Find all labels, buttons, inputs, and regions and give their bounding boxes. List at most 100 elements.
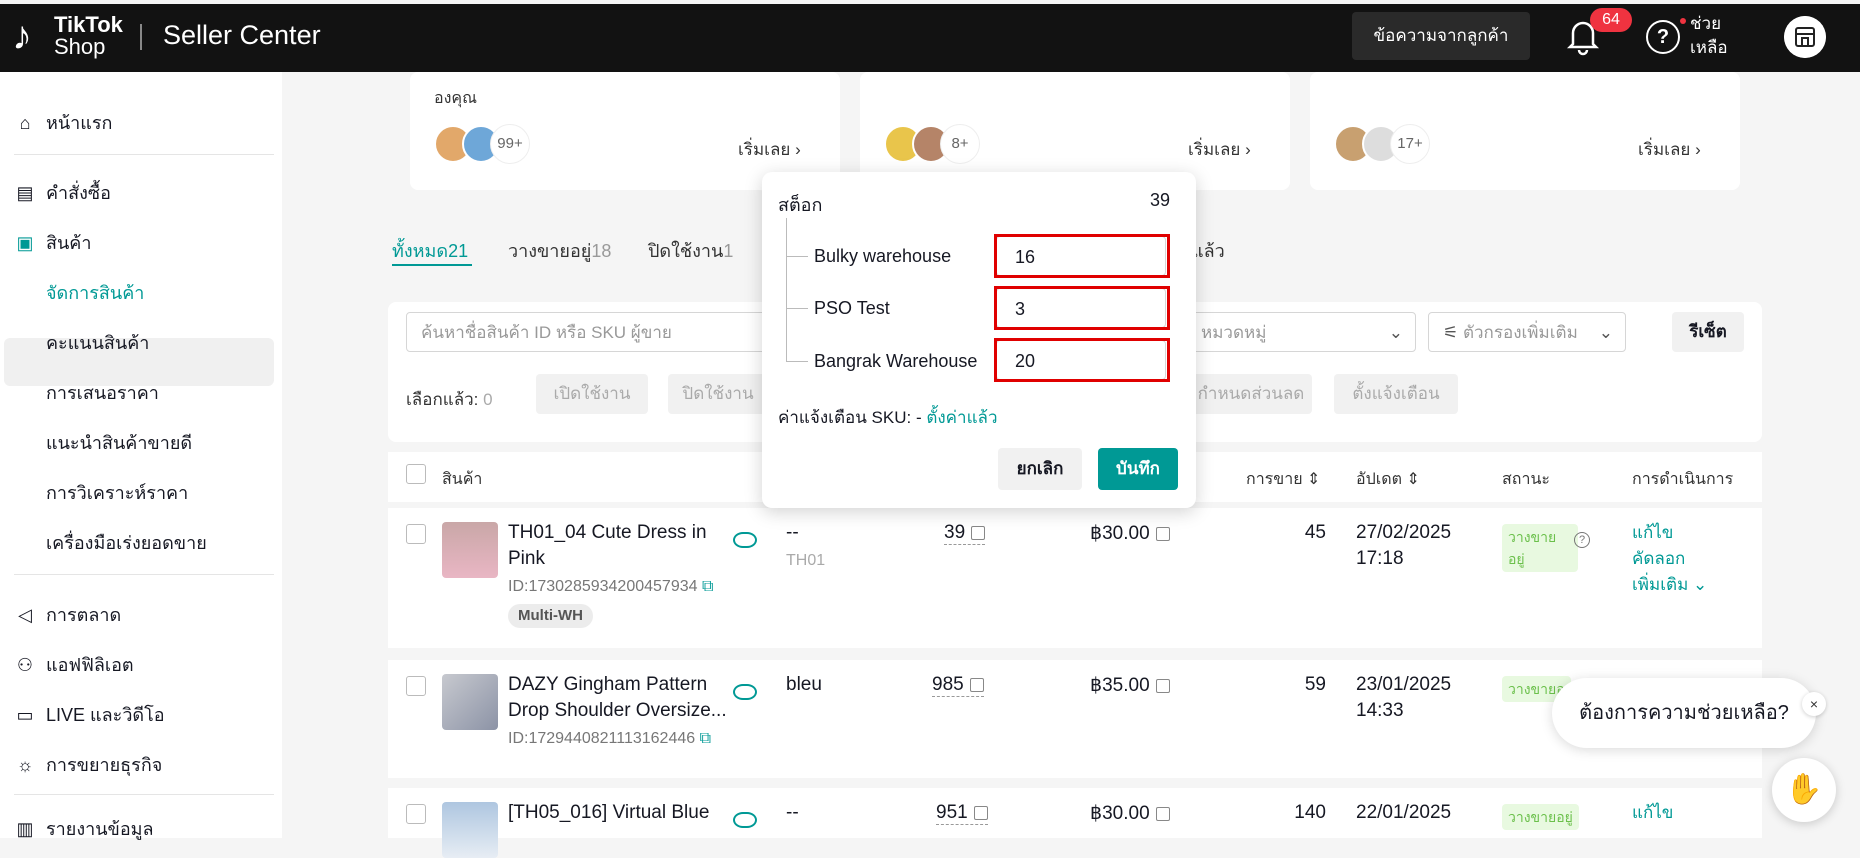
stock-value[interactable]: 985 bbox=[932, 674, 984, 697]
edit-link[interactable]: แก้ไข bbox=[1632, 520, 1673, 546]
eye-icon[interactable] bbox=[733, 684, 757, 700]
hand-wave-icon[interactable]: ✋ bbox=[1772, 758, 1836, 822]
sidebar-item-affiliate[interactable]: ⚇ แอฟฟิลิเอต bbox=[14, 650, 134, 679]
edit-icon[interactable] bbox=[1155, 526, 1170, 541]
set-discount-button[interactable]: กำหนดส่วนลด bbox=[1190, 374, 1312, 414]
sidebar-item-label: คำสั่งซื้อ bbox=[46, 183, 111, 203]
tab-count: 18 bbox=[591, 241, 612, 261]
tab-other[interactable]: แล้ว bbox=[1192, 236, 1225, 265]
sku-alert-link[interactable]: ตั้งค่าแล้ว bbox=[926, 408, 997, 427]
price-value[interactable]: ฿35.00 bbox=[1090, 674, 1170, 697]
more-dropdown[interactable]: เพิ่มเติม ⌄ bbox=[1632, 572, 1707, 598]
tab-label: แล้ว bbox=[1192, 241, 1225, 261]
help-icon[interactable]: ? bbox=[1646, 20, 1680, 54]
sales-count: 140 bbox=[1294, 802, 1326, 823]
tab-count: 1 bbox=[723, 241, 734, 261]
warehouse-name: Bangrak Warehouse bbox=[814, 351, 978, 371]
price-value[interactable]: ฿30.00 bbox=[1090, 802, 1170, 825]
stock-value[interactable]: 951 bbox=[936, 802, 988, 825]
close-icon[interactable]: × bbox=[1802, 692, 1826, 716]
price-text: ฿35.00 bbox=[1090, 675, 1150, 696]
product-name[interactable]: [TH05_016] Virtual Blue bbox=[508, 800, 738, 826]
question-icon[interactable]: ? bbox=[1574, 532, 1590, 548]
tab-all[interactable]: ทั้งหมด21 bbox=[392, 236, 468, 265]
product-id-text: ID:1730285934200457934 bbox=[508, 578, 698, 595]
sidebar-item-reports[interactable]: ▥ รายงานข้อมูล bbox=[14, 814, 153, 843]
customer-messages-button[interactable]: ข้อความจากลูกค้า bbox=[1352, 12, 1530, 60]
edit-icon[interactable] bbox=[973, 805, 988, 820]
card-desc: องคุณ bbox=[434, 90, 477, 107]
tree-line bbox=[786, 218, 787, 362]
copy-link[interactable]: คัดลอก bbox=[1632, 546, 1685, 572]
copy-icon[interactable]: ⧉ bbox=[702, 578, 713, 595]
sidebar-item-live-video[interactable]: ▭ LIVE และวิดีโอ bbox=[14, 700, 164, 729]
edit-icon[interactable] bbox=[971, 525, 986, 540]
store-icon[interactable] bbox=[1784, 16, 1826, 58]
copy-icon[interactable]: ⧉ bbox=[700, 730, 711, 747]
edit-link[interactable]: แก้ไข bbox=[1632, 800, 1673, 826]
product-thumbnail[interactable] bbox=[442, 674, 498, 730]
tab-label: วางขายอยู่ bbox=[508, 241, 592, 261]
sidebar-sub-bidding[interactable]: การเสนอราคา bbox=[46, 378, 159, 407]
cancel-button[interactable]: ยกเลิก bbox=[998, 448, 1082, 490]
sidebar-item-products[interactable]: ▣ สินค้า bbox=[14, 228, 91, 257]
updated-date: 22/01/2025 bbox=[1356, 802, 1452, 823]
users-icon: ⚇ bbox=[16, 654, 34, 675]
tree-branch bbox=[786, 256, 808, 257]
sidebar-item-orders[interactable]: ▤ คำสั่งซื้อ bbox=[14, 178, 111, 207]
header-sales[interactable]: การขาย ⇕ bbox=[1246, 467, 1320, 492]
activate-button[interactable]: เปิดใช้งาน bbox=[536, 374, 648, 414]
edit-icon[interactable] bbox=[1155, 678, 1170, 693]
product-thumbnail[interactable] bbox=[442, 802, 498, 858]
edit-icon[interactable] bbox=[969, 677, 984, 692]
sidebar: ⌂ หน้าแรก ▤ คำสั่งซื้อ ▣ สินค้า จัดการสิ… bbox=[0, 72, 282, 839]
header-status: สถานะ bbox=[1502, 471, 1550, 488]
updated-date: 27/02/2025 bbox=[1356, 522, 1452, 543]
stock-value[interactable]: 39 bbox=[944, 522, 986, 545]
start-link[interactable]: เริ่มเลย › bbox=[1638, 136, 1701, 163]
header-product: สินค้า bbox=[442, 471, 483, 488]
sidebar-sub-best-sellers[interactable]: แนะนำสินค้าขายดี bbox=[46, 428, 192, 457]
product-thumbnail[interactable] bbox=[442, 522, 498, 578]
row-checkbox[interactable] bbox=[406, 676, 426, 696]
avatar-group: 99+ bbox=[434, 124, 530, 164]
help-chat-bubble[interactable]: ต้องการความช่วยเหลือ? bbox=[1552, 678, 1816, 748]
start-link[interactable]: เริ่มเลย › bbox=[1188, 136, 1251, 163]
sidebar-sub-price-analysis[interactable]: การวิเคราะห์ราคา bbox=[46, 478, 188, 507]
popup-total: 39 bbox=[1150, 190, 1171, 210]
reset-button[interactable]: รีเซ็ต bbox=[1672, 312, 1744, 352]
sidebar-sub-manage-products[interactable]: จัดการสินค้า bbox=[46, 278, 144, 307]
sidebar-sub-sales-booster[interactable]: เครื่องมือเร่งยอดขาย bbox=[46, 528, 207, 557]
stock-text: 951 bbox=[936, 802, 968, 823]
deactivate-button[interactable]: ปิดใช้งาน bbox=[668, 374, 768, 414]
select-all-checkbox[interactable] bbox=[406, 464, 426, 484]
eye-icon[interactable] bbox=[733, 812, 757, 828]
tiktok-logo-icon[interactable]: ♪ bbox=[12, 12, 56, 60]
eye-icon[interactable] bbox=[733, 532, 757, 548]
sidebar-item-label: การตลาด bbox=[46, 605, 122, 625]
more-filters-select[interactable]: ⚟ ตัวกรองเพิ่มเติม ⌄ bbox=[1428, 312, 1626, 352]
search-input[interactable]: ค้นหาชื่อสินค้า ID หรือ SKU ผู้ขาย bbox=[406, 312, 766, 352]
selected-count: 0 bbox=[483, 390, 493, 409]
sidebar-item-home[interactable]: ⌂ หน้าแรก bbox=[14, 108, 113, 137]
price-value[interactable]: ฿30.00 bbox=[1090, 522, 1170, 545]
chevron-down-icon: ⌄ bbox=[1598, 323, 1613, 342]
notification-badge: 64 bbox=[1590, 8, 1632, 32]
save-button[interactable]: บันทึก bbox=[1098, 448, 1178, 490]
product-name[interactable]: DAZY Gingham Pattern Drop Shoulder Overs… bbox=[508, 672, 738, 724]
product-name[interactable]: TH01_04 Cute Dress in Pink bbox=[508, 520, 708, 572]
sidebar-item-growth[interactable]: ☼ การขยายธุรกิจ bbox=[14, 750, 163, 779]
help-link[interactable]: ช่วยเหลือ bbox=[1690, 12, 1740, 60]
sidebar-item-marketing[interactable]: ◁ การตลาด bbox=[14, 600, 121, 629]
tab-count: 21 bbox=[448, 241, 469, 261]
category-select[interactable]: หมวดหมู่ ⌄ bbox=[1186, 312, 1416, 352]
start-link[interactable]: เริ่มเลย › bbox=[738, 136, 801, 163]
edit-icon[interactable] bbox=[1155, 806, 1170, 821]
tab-active-listings[interactable]: วางขายอยู่18 bbox=[508, 236, 611, 265]
tab-deactivated[interactable]: ปิดใช้งาน1 bbox=[648, 236, 733, 265]
row-checkbox[interactable] bbox=[406, 804, 426, 824]
sidebar-sub-product-score[interactable]: คะแนนสินค้า bbox=[46, 328, 149, 357]
row-checkbox[interactable] bbox=[406, 524, 426, 544]
header-updated[interactable]: อัปเดต ⇕ bbox=[1356, 467, 1420, 492]
set-alert-button[interactable]: ตั้งแจ้งเตือน bbox=[1334, 374, 1458, 414]
